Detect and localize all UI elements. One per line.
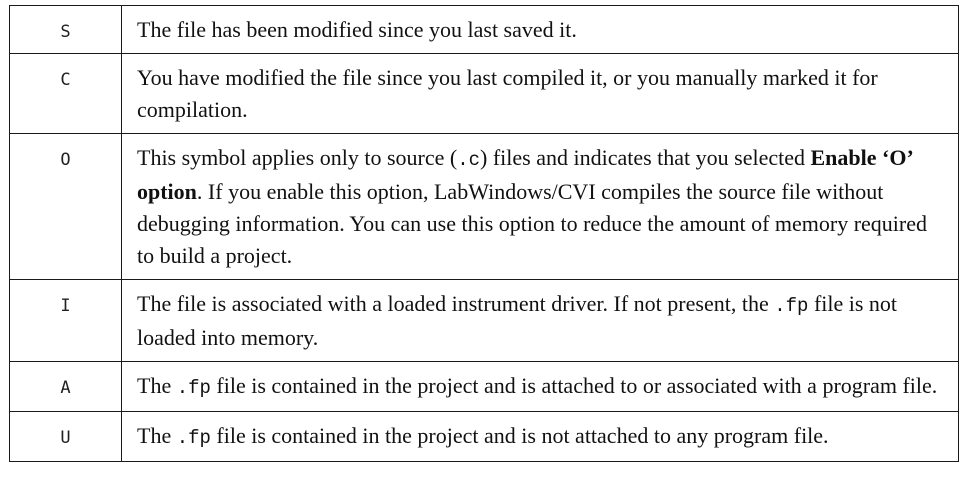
description-text: You have modified the file since you las… (137, 65, 878, 122)
description-text: file is contained in the project and is … (210, 373, 938, 398)
table-row: O This symbol applies only to source (.c… (9, 133, 959, 280)
table-row: S The file has been modified since you l… (9, 5, 959, 54)
file-extension-code: .fp (176, 427, 211, 449)
symbol-cell: O (9, 133, 122, 280)
description-cell: The file is associated with a loaded ins… (121, 279, 959, 362)
description-text: file is contained in the project and is … (210, 423, 829, 448)
table-row: A The .fp file is contained in the proje… (9, 361, 959, 412)
symbol-glyph: U (60, 428, 71, 448)
description-text: ) files and indicates that you selected (480, 145, 811, 170)
symbol-glyph: S (60, 22, 71, 42)
symbol-cell: C (9, 53, 122, 134)
symbol-glyph: A (60, 378, 71, 398)
description-cell: You have modified the file since you las… (121, 53, 959, 134)
symbol-glyph: I (60, 296, 71, 316)
description-cell: The file has been modified since you las… (121, 5, 959, 54)
description-cell: This symbol applies only to source (.c) … (121, 133, 959, 280)
file-extension-code: .fp (176, 377, 211, 399)
symbol-cell: I (9, 279, 122, 362)
description-text: This symbol applies only to source ( (137, 145, 458, 170)
symbol-cell: A (9, 361, 122, 412)
description-text: The file has been modified since you las… (137, 17, 577, 42)
description-cell: The .fp file is contained in the project… (121, 361, 959, 412)
file-extension-code: .c (457, 149, 480, 171)
symbol-table-body: S The file has been modified since you l… (9, 5, 959, 462)
symbol-glyph: C (60, 70, 71, 90)
symbol-table: S The file has been modified since you l… (9, 5, 959, 462)
description-text: . If you enable this option, LabWindows/… (137, 179, 928, 268)
description-text: The file is associated with a loaded ins… (137, 291, 775, 316)
description-text: The (137, 373, 177, 398)
file-extension-code: .fp (774, 295, 809, 317)
symbol-glyph: O (60, 150, 71, 170)
description-text: The (137, 423, 177, 448)
symbol-cell: S (9, 5, 122, 54)
table-row: C You have modified the file since you l… (9, 53, 959, 134)
description-cell: The .fp file is contained in the project… (121, 411, 959, 462)
table-row: U The .fp file is contained in the proje… (9, 411, 959, 462)
symbol-cell: U (9, 411, 122, 462)
table-row: I The file is associated with a loaded i… (9, 279, 959, 362)
